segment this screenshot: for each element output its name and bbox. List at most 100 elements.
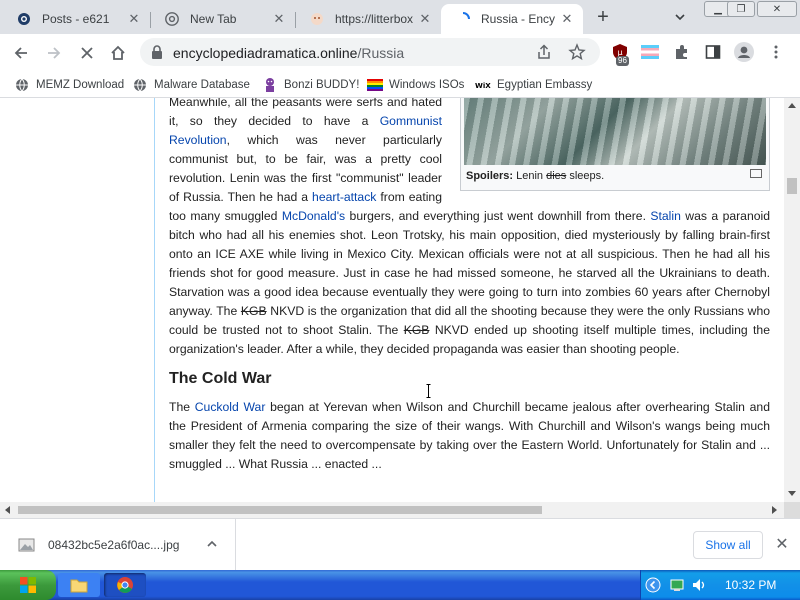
restore-button[interactable]: ❐ xyxy=(727,1,755,17)
windows-logo-icon xyxy=(20,577,36,593)
scroll-left-icon[interactable] xyxy=(5,506,10,514)
star-icon[interactable] xyxy=(568,43,586,61)
lenin-image[interactable] xyxy=(464,98,766,165)
scrollbar-thumb[interactable] xyxy=(18,506,542,514)
home-button[interactable] xyxy=(106,41,130,65)
scroll-right-icon[interactable] xyxy=(772,506,777,514)
trans-flag-icon[interactable] xyxy=(640,42,660,62)
bookmarks-bar: MEMZ Download Malware Database Bonzi BUD… xyxy=(0,72,800,98)
extension-badge: 96 xyxy=(616,56,629,66)
stop-button[interactable] xyxy=(75,41,99,65)
home-icon xyxy=(111,45,125,60)
vertical-scrollbar[interactable] xyxy=(784,98,800,502)
bookmark-label: Bonzi BUDDY! xyxy=(284,79,360,91)
profile-avatar[interactable] xyxy=(734,42,754,62)
image-file-icon xyxy=(18,537,36,553)
download-filename: 08432bc5e2a6f0ac....jpg xyxy=(48,538,180,552)
taskbar-chrome[interactable] xyxy=(104,573,146,597)
wix-icon: WiX xyxy=(475,77,491,93)
system-tray: 10:32 PM xyxy=(640,570,800,600)
text-run: The xyxy=(169,400,195,414)
bookmark-windows-isos[interactable]: Windows ISOs xyxy=(367,76,464,94)
close-icon[interactable]: ✕ xyxy=(417,11,433,27)
bookmark-label: Egyptian Embassy xyxy=(497,79,593,91)
chevron-up-icon[interactable] xyxy=(205,537,219,551)
bookmark-malware-database[interactable]: Malware Database xyxy=(132,76,250,94)
text-run: was a paranoid bitch who had all his ene… xyxy=(169,209,771,318)
lock-icon[interactable] xyxy=(150,44,166,60)
caption-bold: Spoilers: xyxy=(466,170,514,182)
folder-icon xyxy=(70,579,88,593)
strikethrough-text: KGB xyxy=(240,304,267,318)
menu-kebab-icon[interactable] xyxy=(766,42,786,62)
share-icon[interactable] xyxy=(535,43,553,61)
new-tab-button[interactable]: + xyxy=(592,7,614,29)
show-all-button[interactable]: Show all xyxy=(693,531,763,559)
arrow-right-icon xyxy=(48,47,61,59)
paragraph-cold-war: The Cuckold War began at Yerevan when Wi… xyxy=(169,398,770,474)
url-domain: encyclopediadramatica.online xyxy=(173,45,358,61)
bookmark-egyptian-embassy[interactable]: WiX Egyptian Embassy xyxy=(475,76,592,94)
caption-text: sleeps. xyxy=(566,170,605,182)
tab-russia[interactable]: Russia - Encyclo ✕ xyxy=(441,4,583,34)
close-icon[interactable]: ✕ xyxy=(559,11,575,27)
volume-icon[interactable] xyxy=(691,577,707,593)
network-icon[interactable] xyxy=(669,577,685,593)
download-shelf: 08432bc5e2a6f0ac....jpg Show all ✕ xyxy=(0,518,800,571)
caption-strike: dies xyxy=(546,170,567,182)
close-icon[interactable]: ✕ xyxy=(126,11,142,27)
chrome-icon xyxy=(164,11,180,27)
scroll-down-icon[interactable] xyxy=(788,491,796,496)
forward-button[interactable] xyxy=(42,41,66,65)
image-caption: Spoilers: Lenin dies sleeps. xyxy=(464,165,766,187)
bookmark-memz[interactable]: MEMZ Download xyxy=(14,76,124,94)
tab-new-tab[interactable]: New Tab ✕ xyxy=(150,4,296,34)
address-bar[interactable]: encyclopediadramatica.online/Russia xyxy=(140,38,600,66)
puzzle-icon[interactable] xyxy=(672,42,692,62)
litterbox-icon xyxy=(309,11,325,27)
scrollbar-corner xyxy=(784,502,800,518)
enlarge-icon[interactable] xyxy=(750,169,762,178)
side-panel-icon[interactable] xyxy=(703,42,723,62)
section-heading-cold-war: The Cold War xyxy=(169,370,272,387)
taskbar: 10:32 PM xyxy=(0,570,800,600)
tab-e621[interactable]: Posts - e621 ✕ xyxy=(2,4,151,34)
text-cursor-icon xyxy=(426,384,431,398)
caption-text: Lenin xyxy=(513,170,547,182)
page-viewport: Spoilers: Lenin dies sleeps. Meanwhile, … xyxy=(0,98,784,502)
close-icon xyxy=(81,47,93,59)
url-path: /Russia xyxy=(357,45,405,61)
link-stalin[interactable]: Stalin xyxy=(650,209,681,223)
close-window-button[interactable]: ✕ xyxy=(757,1,797,17)
bookmark-label: MEMZ Download xyxy=(36,79,125,91)
chevron-left-icon[interactable] xyxy=(645,577,661,593)
bookmark-label: Windows ISOs xyxy=(389,79,465,91)
link-heart-attack[interactable]: heart-attack xyxy=(312,190,376,204)
link-mcdonalds[interactable]: McDonald's xyxy=(282,209,345,223)
tab-litterbox[interactable]: https://litterbox ✕ xyxy=(295,4,441,34)
horizontal-scrollbar[interactable] xyxy=(0,502,784,518)
chrome-icon xyxy=(117,577,133,593)
scrollbar-thumb[interactable] xyxy=(787,178,797,194)
back-button[interactable] xyxy=(9,41,33,65)
close-icon[interactable]: ✕ xyxy=(774,537,790,553)
download-item[interactable]: 08432bc5e2a6f0ac....jpg xyxy=(0,519,236,571)
text-run: burgers, and everything just went downhi… xyxy=(345,209,651,223)
bonzi-icon xyxy=(262,77,278,93)
clock[interactable]: 10:32 PM xyxy=(725,578,776,592)
bookmark-bonzi-buddy[interactable]: Bonzi BUDDY! xyxy=(262,76,359,94)
url-text: encyclopediadramatica.online/Russia xyxy=(173,45,404,61)
image-thumbnail: Spoilers: Lenin dies sleeps. xyxy=(460,98,770,191)
close-icon[interactable]: ✕ xyxy=(271,11,287,27)
globe-icon xyxy=(14,77,30,93)
tab-title: Russia - Encyclo xyxy=(481,12,555,26)
taskbar-explorer[interactable] xyxy=(58,573,100,597)
link-cuckold-war[interactable]: Cuckold War xyxy=(195,400,266,414)
article-body: Spoilers: Lenin dies sleeps. Meanwhile, … xyxy=(169,98,770,474)
scroll-up-icon[interactable] xyxy=(788,103,796,108)
bookmark-label: Malware Database xyxy=(154,79,250,91)
tab-title: https://litterbox xyxy=(335,12,413,26)
rainbow-flag-icon xyxy=(367,77,383,93)
start-button[interactable] xyxy=(0,570,56,600)
chevron-down-icon[interactable] xyxy=(672,9,688,25)
